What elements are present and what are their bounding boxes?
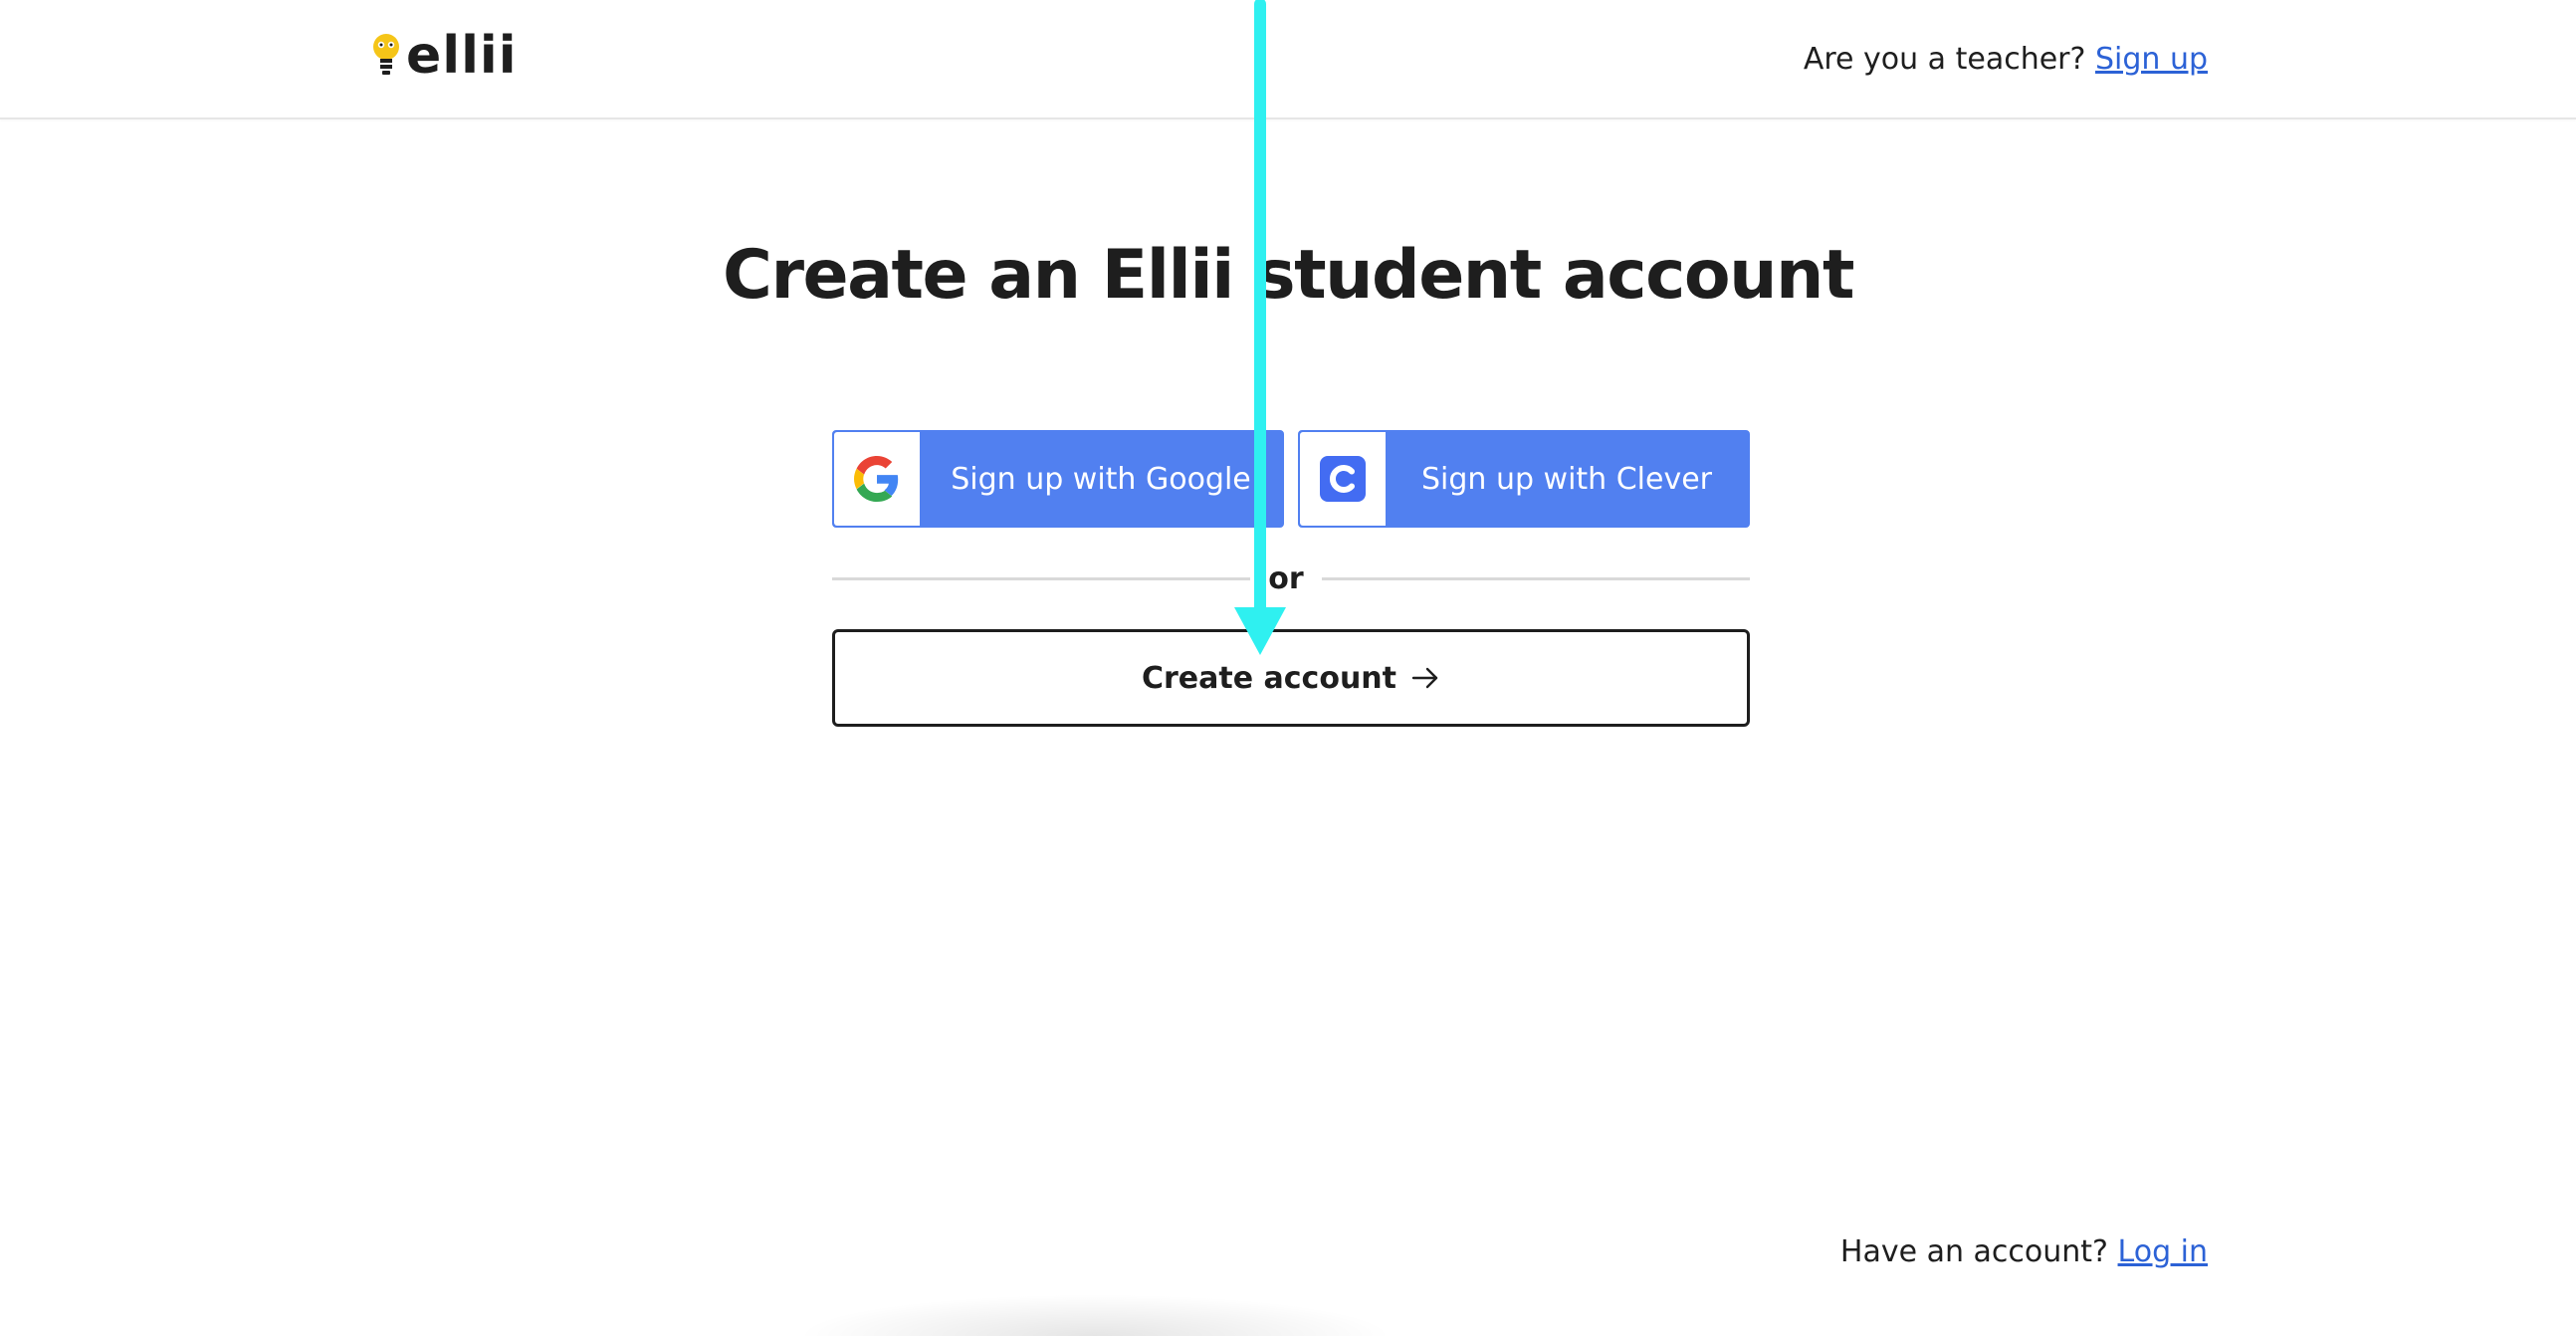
- have-account-text: Have an account?: [1839, 1234, 2108, 1269]
- google-icon-box: [834, 432, 920, 526]
- clever-button-label: Sign up with Clever: [1420, 461, 1713, 497]
- login-prompt: Have an account? Log in: [1840, 1228, 2208, 1276]
- teacher-prompt-text: Are you a teacher?: [1803, 42, 2086, 77]
- divider-line-right: [1322, 577, 1750, 580]
- arrow-right-icon: [1411, 667, 1438, 689]
- divider-line-left: [832, 577, 1250, 580]
- google-button-label: Sign up with Google: [951, 461, 1251, 497]
- bottom-shadow: [796, 1294, 1394, 1336]
- ellii-logo[interactable]: ellii: [370, 26, 518, 86]
- lightbulb-icon: [373, 34, 399, 75]
- clever-signup-button[interactable]: Sign up with Clever: [1298, 430, 1750, 528]
- google-signup-button[interactable]: Sign up with Google: [832, 430, 1284, 528]
- page-title: Create an Ellii student account: [723, 236, 1854, 315]
- google-g-icon: [854, 456, 899, 502]
- teacher-signup-link[interactable]: Sign up: [2095, 42, 2208, 77]
- divider-or-text: or: [1268, 561, 1304, 596]
- teacher-signup-prompt: Are you a teacher? Sign up: [1804, 36, 2208, 84]
- login-link[interactable]: Log in: [2118, 1234, 2208, 1269]
- create-account-button[interactable]: Create account: [832, 629, 1750, 727]
- logo-text: ellii: [406, 26, 518, 86]
- clever-icon-box: [1300, 432, 1386, 526]
- create-account-label: Create account: [1141, 660, 1396, 696]
- top-header: ellii Are you a teacher? Sign up: [0, 0, 2576, 119]
- clever-c-icon: [1320, 456, 1366, 502]
